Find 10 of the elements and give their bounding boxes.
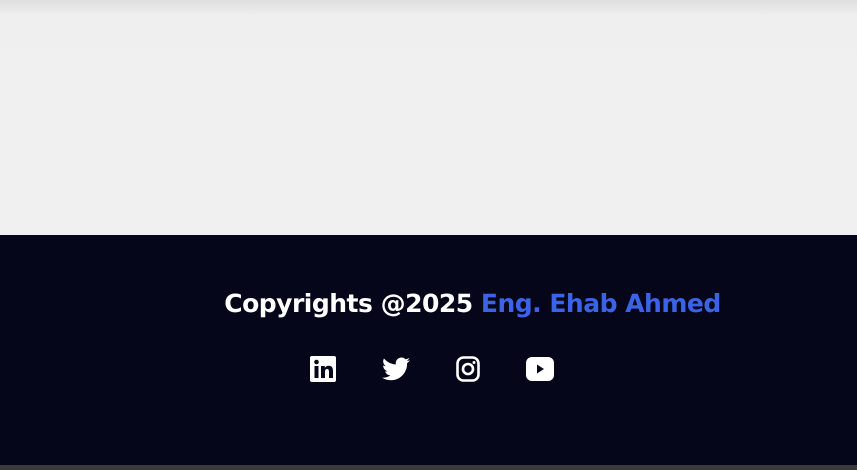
youtube-link[interactable] <box>526 357 554 381</box>
play-icon <box>526 357 554 381</box>
bird-icon <box>382 357 410 381</box>
twitter-link[interactable] <box>382 357 410 381</box>
author-link[interactable]: Eng. Ehab Ahmed <box>480 289 721 318</box>
camera-icon <box>456 356 480 382</box>
linkedin-icon <box>310 356 336 382</box>
copyright-text: Copyrights @2025 Eng. Ehab Ahmed <box>224 289 721 318</box>
linkedin-link[interactable] <box>310 356 336 382</box>
instagram-link[interactable] <box>456 356 480 382</box>
